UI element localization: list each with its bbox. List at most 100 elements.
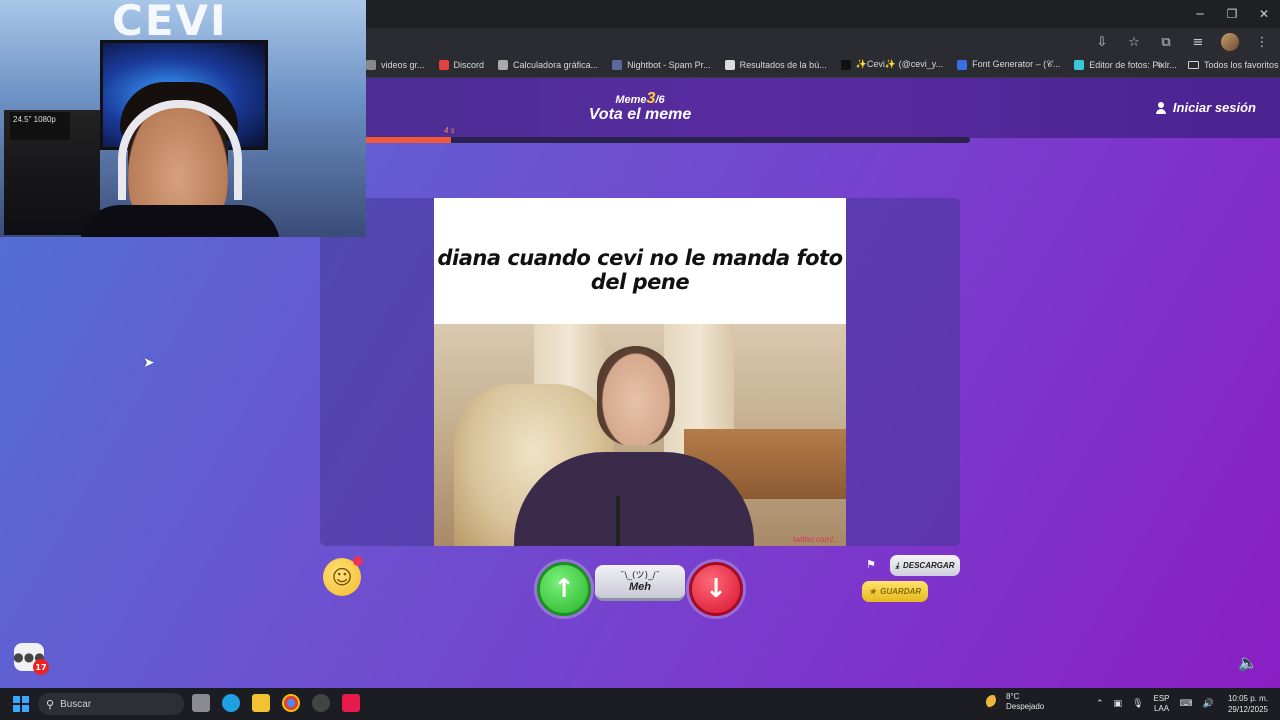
arrow-down-icon: ↓ (705, 574, 727, 604)
bookmarks-overflow-button[interactable]: » (1157, 59, 1163, 70)
star-icon: ★ (868, 587, 877, 596)
taskbar-search-label: Buscar (60, 698, 92, 710)
clock-time: 10:05 p. m. (1227, 694, 1268, 703)
taskbar: ⚲ Buscar 8°C Despejado ⌃ ▣ 🎙 ESP LAA ⌨ 🔊… (0, 688, 1280, 720)
bookmark-item[interactable]: videos gr... (366, 59, 425, 70)
smiley-icon: ☺ (331, 565, 353, 589)
volume-icon[interactable]: 🔊 (1203, 699, 1214, 709)
meh-face: ¯\_(ツ)_/¯ (619, 571, 661, 581)
bookmark-favicon-icon (724, 59, 735, 70)
folder-icon (1188, 61, 1199, 69)
download-label: DESCARGAR (902, 561, 955, 570)
user-icon (1155, 101, 1167, 114)
all-favorites-button[interactable]: Todos los favoritos (1188, 60, 1279, 70)
tray-app-icon[interactable]: ▣ (1114, 699, 1123, 709)
lang-bottom: LAA (1153, 704, 1170, 713)
bookmark-label: Resultados de la bú... (739, 59, 827, 70)
extensions-icon[interactable]: ⧉ (1156, 32, 1176, 52)
webcam-overlay: CEVI 24.5" 1080p (0, 0, 366, 237)
bookmark-label: Font Generator – (𝒞... (972, 59, 1061, 69)
download-button[interactable]: ⤓ DESCARGAR (890, 555, 960, 576)
close-icon[interactable]: ✕ (1248, 0, 1280, 28)
bookmarks-list: videos gr... Discord Calculadora gráfica..… (366, 59, 1177, 70)
save-label: GUARDAR (880, 587, 922, 596)
menu-dots-icon[interactable]: ⋮ (1252, 32, 1272, 52)
emoji-reaction-button[interactable]: ☺ (323, 556, 363, 596)
bookmark-item[interactable]: Resultados de la bú... (724, 59, 827, 70)
bookmark-item[interactable]: Font Generator – (𝒞... (957, 59, 1060, 70)
download-icon: ⤓ (895, 560, 899, 570)
profile-avatar[interactable] (1220, 32, 1240, 52)
meme-caption: diana cuando cevi no le manda foto del p… (437, 246, 844, 294)
bookmark-item[interactable]: ✨Cevi✨ (@cevi_y... (840, 59, 944, 70)
weather-temp: 8°C (1006, 692, 1020, 701)
clock-date: 29/12/2025 (1227, 705, 1268, 714)
bookmark-label: videos gr... (381, 59, 425, 70)
moon-icon (986, 695, 1000, 709)
bookmark-label: Nightbot - Spam Pr... (627, 59, 711, 70)
bookmark-label: Calculadora gráfica... (513, 59, 599, 70)
bookmark-star-icon[interactable]: ☆ (1124, 32, 1144, 52)
bookmark-favicon-icon (612, 59, 623, 70)
bookmark-label: Discord (453, 59, 485, 70)
bookmark-favicon-icon (1074, 59, 1085, 70)
task-view-icon[interactable] (192, 694, 210, 712)
meme-word: Meme (615, 94, 647, 106)
toolbar-icons: ⇩ ☆ ⧉ ≡ ⋮ (1092, 32, 1272, 52)
taskbar-search[interactable]: ⚲ Buscar (38, 693, 184, 715)
chrome-icon[interactable] (282, 694, 300, 712)
bookmark-item[interactable]: Calculadora gráfica... (498, 59, 598, 70)
taskbar-clock[interactable]: 10:05 p. m. 29/12/2025 (1228, 693, 1268, 715)
restore-icon[interactable]: ❐ (1216, 0, 1248, 28)
search-icon: ⚲ (46, 697, 55, 711)
meme-photo: twitter.com/... (434, 324, 846, 546)
timer-label: 4 s (444, 126, 455, 135)
webcam-shirt (80, 205, 280, 237)
file-explorer-icon[interactable] (252, 694, 270, 712)
weather-widget[interactable]: 8°C Despejado (986, 692, 1044, 712)
start-icon[interactable] (13, 696, 29, 712)
minimize-icon[interactable]: ─ (1184, 0, 1216, 28)
chat-button[interactable]: ●●● 17 (13, 643, 49, 675)
network-icon[interactable]: ⌨ (1180, 699, 1193, 709)
bookmark-item[interactable]: Discord (438, 59, 485, 70)
chat-badge: 17 (33, 659, 49, 675)
install-app-icon[interactable]: ⇩ (1092, 32, 1112, 52)
all-favorites-label: Todos los favoritos (1204, 60, 1279, 70)
window-controls: ─ ❐ ✕ (1184, 0, 1280, 28)
report-flag-icon[interactable]: ⚑ (866, 558, 876, 571)
bookmark-favicon-icon (366, 59, 376, 70)
microphone-icon[interactable]: 🎙 (1132, 699, 1143, 709)
upvote-button[interactable]: ↑ (537, 562, 591, 616)
meme-watermark: twitter.com/... (792, 535, 840, 544)
meh-button[interactable]: ¯\_(ツ)_/¯ Meh (595, 565, 685, 601)
meme-total: /6 (655, 94, 665, 106)
bookmark-favicon-icon (840, 59, 851, 70)
microphone (616, 496, 620, 546)
edge-icon[interactable] (222, 694, 240, 712)
sound-icon[interactable]: 🔈 (1238, 653, 1258, 672)
webcam-monitor-box: 24.5" 1080p (10, 112, 70, 140)
bookmark-favicon-icon (438, 59, 449, 70)
bookmark-favicon-icon (957, 59, 968, 70)
login-button[interactable]: Iniciar sesión (1155, 100, 1256, 115)
meh-label: Meh (629, 581, 651, 593)
bookmark-label: Editor de fotos: Pixlr... (1089, 59, 1177, 70)
obs-icon[interactable] (312, 694, 330, 712)
meme-image: diana cuando cevi no le manda foto del p… (434, 198, 846, 546)
tiktok-live-icon[interactable] (342, 694, 360, 712)
media-controls-icon[interactable]: ≡ (1188, 32, 1208, 52)
downvote-button[interactable]: ↓ (689, 562, 743, 616)
tray-chevron-icon[interactable]: ⌃ (1096, 699, 1104, 709)
weather-desc: Despejado (1006, 702, 1045, 711)
heart-icon (353, 556, 363, 566)
bookmark-item[interactable]: Nightbot - Spam Pr... (612, 59, 711, 70)
meme-panel: diana cuando cevi no le manda foto del p… (320, 198, 960, 546)
save-button[interactable]: ★ GUARDAR (862, 581, 928, 602)
language-indicator[interactable]: ESP LAA (1154, 694, 1170, 714)
person-head (597, 346, 675, 446)
arrow-up-icon: ↑ (553, 574, 575, 604)
bookmark-label: ✨Cevi✨ (@cevi_y... (855, 59, 944, 69)
webcam-logo: CEVI (112, 0, 228, 45)
timer-progress-fill (366, 137, 451, 143)
